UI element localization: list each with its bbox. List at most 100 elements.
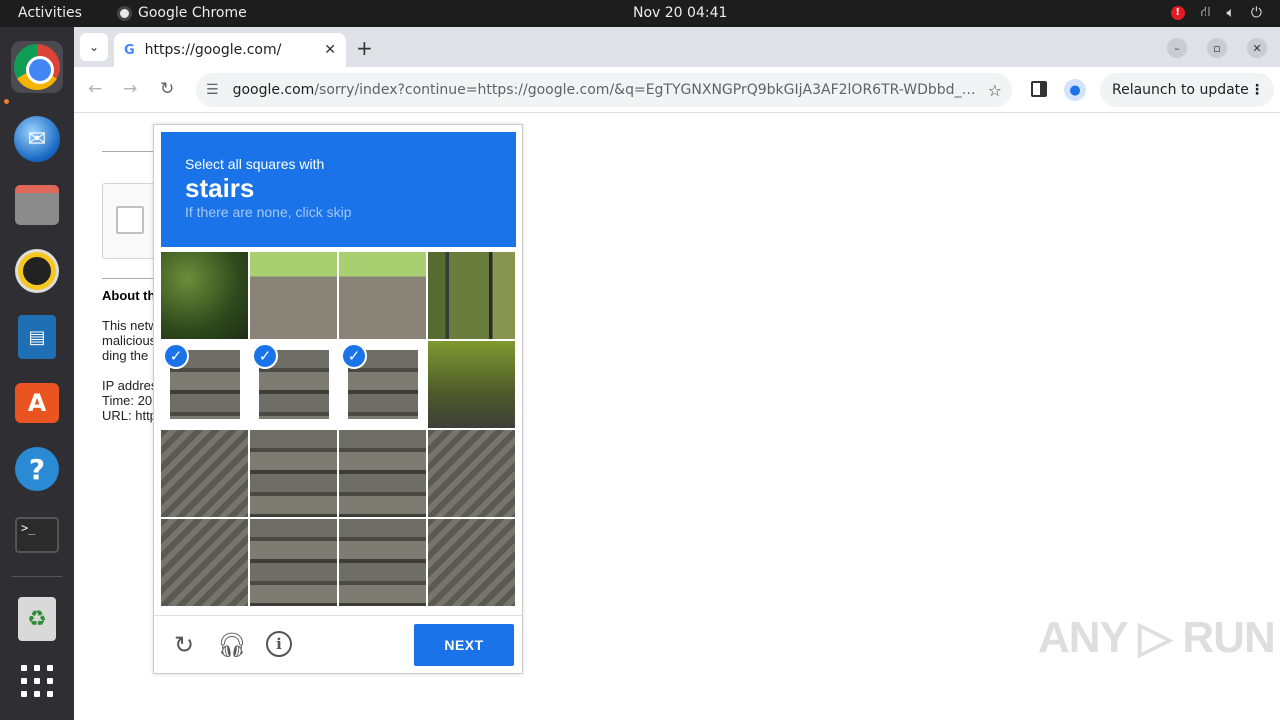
anyrun-watermark: ANY ▷ RUN: [1038, 613, 1276, 662]
profile-avatar-icon[interactable]: ●: [1064, 79, 1086, 101]
chrome-icon: [14, 44, 60, 90]
dock-thunderbird[interactable]: ✉: [11, 113, 63, 165]
relaunch-label: Relaunch to update: [1112, 82, 1249, 98]
rhythmbox-icon: [18, 252, 56, 290]
captcha-tile-image: [250, 430, 337, 517]
para-line-3: ding the: [102, 348, 149, 363]
dock-app-center[interactable]: A: [11, 377, 63, 429]
dock-terminal[interactable]: >_: [11, 509, 63, 561]
maximize-button[interactable]: ▫: [1207, 38, 1227, 58]
help-icon: ?: [15, 447, 59, 491]
para-line-1: This netw: [102, 318, 158, 333]
next-button[interactable]: NEXT: [414, 624, 514, 666]
info-icon[interactable]: i: [266, 631, 292, 657]
url-host: google.com: [232, 82, 315, 98]
captcha-tile[interactable]: [339, 519, 426, 606]
volume-icon[interactable]: 🔈︎: [1227, 5, 1235, 21]
files-icon: [15, 185, 59, 225]
back-button[interactable]: ←: [88, 79, 102, 99]
url-line: URL: http: [102, 408, 157, 423]
network-icon[interactable]: ⛙: [1201, 4, 1211, 22]
captcha-tile[interactable]: [250, 252, 337, 339]
side-panel-icon[interactable]: [1031, 81, 1047, 97]
para-line-2: malicious: [102, 333, 157, 348]
checkmark-icon: ✓: [341, 343, 367, 369]
trash-icon: ♻: [18, 597, 56, 641]
captcha-tile[interactable]: [161, 519, 248, 606]
ip-address-line: IP addres: [102, 378, 158, 393]
tab-search-button[interactable]: ⌄: [80, 33, 108, 61]
audio-challenge-icon[interactable]: 🎧︎: [217, 631, 247, 659]
writer-icon: ▤: [18, 315, 56, 359]
captcha-tile[interactable]: [161, 252, 248, 339]
dock-trash[interactable]: ♻: [11, 593, 63, 645]
captcha-tile[interactable]: [250, 430, 337, 517]
dock: ✉ ▤ A ? >_ ♻: [0, 27, 74, 720]
tab-strip: ⌄ G https://google.com/ ✕ + – ▫ ✕: [74, 27, 1280, 67]
checkmark-icon: ✓: [252, 343, 278, 369]
captcha-tile-image: [428, 252, 515, 339]
captcha-target-word: stairs: [185, 173, 255, 203]
about-heading: About th: [102, 288, 156, 303]
captcha-instructions: Select all squares with stairs If there …: [161, 132, 516, 247]
tab-google[interactable]: G https://google.com/ ✕: [114, 33, 346, 67]
time-line: Time: 20: [102, 393, 153, 408]
google-favicon-icon: G: [124, 42, 135, 58]
captcha-footer: ↻ 🎧︎ i NEXT: [154, 615, 522, 673]
captcha-tile[interactable]: [161, 430, 248, 517]
chrome-app-icon: [117, 5, 132, 21]
system-tray[interactable]: ! ⛙ 🔈︎ ⏻: [1170, 4, 1262, 22]
captcha-tile-image: [339, 519, 426, 606]
close-window-button[interactable]: ✕: [1247, 38, 1267, 58]
address-bar[interactable]: ☰ google.com /sorry/index?continue=https…: [196, 73, 1012, 107]
new-tab-button[interactable]: +: [356, 36, 373, 60]
dock-show-apps[interactable]: [11, 655, 63, 707]
dock-rhythmbox[interactable]: [11, 245, 63, 297]
captcha-tile-image: [339, 252, 426, 339]
url-path: /sorry/index?continue=https://google.com…: [314, 82, 980, 98]
captcha-tile[interactable]: [339, 430, 426, 517]
app-center-icon: A: [15, 383, 59, 423]
captcha-tile[interactable]: ✓: [339, 341, 426, 428]
relaunch-button[interactable]: Relaunch to update ⋮: [1100, 73, 1274, 107]
close-tab-icon[interactable]: ✕: [324, 42, 336, 58]
app-menu[interactable]: Google Chrome: [117, 5, 247, 21]
dock-help[interactable]: ?: [11, 443, 63, 495]
minimize-button[interactable]: –: [1167, 38, 1187, 58]
bookmark-star-icon[interactable]: ☆: [988, 81, 1002, 100]
alert-icon[interactable]: !: [1170, 6, 1185, 20]
captcha-tile[interactable]: ✓: [161, 341, 248, 428]
captcha-tile-image: [250, 519, 337, 606]
captcha-tile-image: [250, 252, 337, 339]
chevron-down-icon: ⌄: [88, 40, 100, 54]
recaptcha-checkbox[interactable]: [116, 206, 144, 234]
menu-kebab-icon[interactable]: ⋮: [1250, 82, 1264, 98]
app-menu-label: Google Chrome: [138, 5, 247, 21]
captcha-hint-text: If there are none, click skip: [185, 204, 352, 220]
captcha-tile-image: [161, 430, 248, 517]
captcha-tile[interactable]: ✓: [250, 341, 337, 428]
dock-files[interactable]: [11, 179, 63, 231]
captcha-instruction-text: Select all squares with: [185, 156, 325, 172]
dock-separator: [12, 576, 62, 577]
dock-chrome[interactable]: [11, 41, 63, 93]
checkmark-icon: ✓: [163, 343, 189, 369]
reload-button[interactable]: ↻: [160, 79, 174, 99]
power-icon[interactable]: ⏻: [1251, 5, 1262, 21]
captcha-tile[interactable]: [428, 430, 515, 517]
site-info-icon[interactable]: ☰: [206, 82, 219, 98]
captcha-tile[interactable]: [250, 519, 337, 606]
captcha-tile[interactable]: [428, 252, 515, 339]
forward-button[interactable]: →: [123, 79, 137, 99]
reload-challenge-icon[interactable]: ↻: [170, 631, 198, 659]
captcha-tile[interactable]: [339, 252, 426, 339]
captcha-tile-image: [161, 252, 248, 339]
captcha-tile[interactable]: [428, 341, 515, 428]
thunderbird-icon: ✉: [14, 116, 60, 162]
clock[interactable]: Nov 20 04:41: [633, 5, 727, 21]
captcha-tile[interactable]: [428, 519, 515, 606]
dock-writer[interactable]: ▤: [11, 311, 63, 363]
activities-button[interactable]: Activities: [18, 5, 82, 21]
terminal-icon: >_: [15, 517, 59, 553]
browser-toolbar: ← → ↻ ☰ google.com /sorry/index?continue…: [74, 67, 1280, 113]
